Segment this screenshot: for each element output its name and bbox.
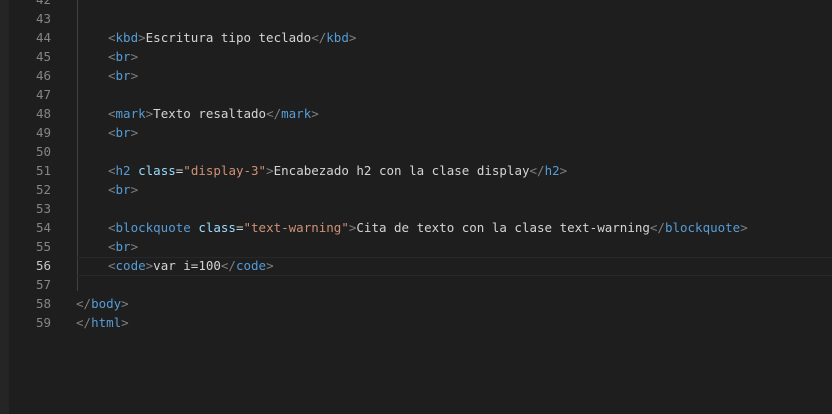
line-number: 52 bbox=[35, 182, 51, 197]
code-token-tag: kbd bbox=[326, 30, 349, 45]
code-token-txt: var i=100 bbox=[153, 258, 221, 273]
code-token-punct: > bbox=[130, 49, 139, 64]
code-line[interactable]: <code>var i=100</code> bbox=[108, 256, 274, 275]
line-number: 51 bbox=[35, 163, 51, 178]
code-token-tag: br bbox=[115, 49, 131, 64]
code-token-punct: < bbox=[108, 258, 116, 273]
code-token-punct: > bbox=[348, 30, 357, 45]
code-token-tag: br bbox=[115, 239, 131, 254]
code-token-punct: </ bbox=[649, 220, 665, 235]
code-token-punct: > bbox=[266, 258, 274, 273]
code-token-punct: > bbox=[130, 68, 139, 83]
code-token-punct: < bbox=[108, 163, 116, 178]
code-token-tag: mark bbox=[115, 106, 146, 121]
line-number: 56 bbox=[35, 258, 51, 273]
code-token-attr: class bbox=[138, 163, 176, 178]
code-token-punct: < bbox=[108, 106, 116, 121]
code-line[interactable]: <h2 class="display-3">Encabezado h2 con … bbox=[108, 161, 567, 180]
code-token-txt: Texto resaltado bbox=[153, 106, 267, 121]
code-token-punct: > bbox=[266, 163, 274, 178]
code-token-tag: kbd bbox=[115, 30, 139, 45]
code-token-punct: > bbox=[130, 125, 139, 140]
code-token-tag: body bbox=[91, 296, 122, 311]
code-token-punct: < bbox=[108, 239, 116, 254]
line-number: 57 bbox=[35, 277, 51, 292]
code-token-tag: blockquote bbox=[664, 220, 741, 235]
line-number: 58 bbox=[35, 296, 51, 311]
line-number: 43 bbox=[35, 11, 51, 26]
code-token-str: "text-warning" bbox=[243, 220, 349, 235]
code-token-punct: < bbox=[108, 30, 116, 45]
code-token-punct: > bbox=[559, 163, 568, 178]
code-token-tag: br bbox=[115, 182, 131, 197]
code-token-tag: blockquote bbox=[115, 220, 191, 235]
code-token-txt: Cita de texto con la clase text-warning bbox=[356, 220, 650, 235]
line-number: 50 bbox=[35, 144, 51, 159]
code-token-txt: Escritura tipo teclado bbox=[145, 30, 312, 45]
line-number: 54 bbox=[35, 220, 51, 235]
line-number: 46 bbox=[35, 68, 51, 83]
line-number-gutter[interactable]: 42 43 44 45 46 47 48 49 50 51 52 53 54 55 56 57 58 59 bbox=[9, 0, 61, 414]
code-token-punct: > bbox=[138, 30, 146, 45]
line-number: 45 bbox=[35, 49, 51, 64]
editor-side-strip bbox=[0, 0, 9, 414]
code-line[interactable]: <br> bbox=[108, 180, 138, 199]
code-token-punct: > bbox=[740, 220, 748, 235]
code-token-str: "display-3" bbox=[183, 163, 267, 178]
code-text-area[interactable]: <kbd>Escritura tipo teclado</kbd> <br> <br… bbox=[76, 0, 832, 414]
code-line[interactable]: <blockquote class="text-warning">Cita de… bbox=[108, 218, 748, 237]
code-line[interactable]: <kbd>Escritura tipo teclado</kbd> bbox=[108, 28, 356, 47]
code-token-punct: </ bbox=[76, 315, 92, 330]
code-token-punct: < bbox=[108, 68, 116, 83]
code-line[interactable]: </html> bbox=[76, 313, 129, 332]
code-line[interactable]: <br> bbox=[108, 47, 138, 66]
code-token-tag: mark bbox=[281, 106, 312, 121]
line-number: 55 bbox=[35, 239, 51, 254]
code-editor[interactable]: 424344454647484950515253545556575859 <kb… bbox=[0, 0, 832, 414]
code-token-tag: br bbox=[115, 125, 131, 140]
code-token-tag: code bbox=[235, 258, 267, 273]
code-token-attr: class bbox=[198, 220, 236, 235]
line-number: 44 bbox=[35, 30, 51, 45]
code-token-punct: </ bbox=[311, 30, 327, 45]
line-number: 48 bbox=[35, 106, 51, 121]
code-token-punct: < bbox=[108, 49, 116, 64]
line-number: 53 bbox=[35, 201, 51, 216]
code-token-punct: > bbox=[121, 296, 129, 311]
code-token-tag: code bbox=[115, 258, 146, 273]
code-token-punct: < bbox=[108, 182, 116, 197]
code-token-tag: br bbox=[115, 68, 131, 83]
code-token-tag: h2 bbox=[115, 163, 131, 178]
code-token-punct: </ bbox=[266, 106, 282, 121]
code-token-punct: > bbox=[311, 106, 319, 121]
code-token-tag: html bbox=[91, 315, 122, 330]
code-token-punct: < bbox=[108, 220, 116, 235]
line-number: 49 bbox=[35, 125, 51, 140]
code-token-txt: = bbox=[235, 220, 244, 235]
line-number: 42 bbox=[9, 0, 51, 9]
line-number: 47 bbox=[35, 87, 51, 102]
code-token-punct: > bbox=[121, 315, 129, 330]
code-token-punct: < bbox=[108, 125, 116, 140]
code-token-punct: </ bbox=[76, 296, 92, 311]
code-line[interactable]: <mark>Texto resaltado</mark> bbox=[108, 104, 319, 123]
code-line[interactable]: </body> bbox=[76, 294, 129, 313]
code-token-tag: h2 bbox=[544, 163, 560, 178]
line-number: 59 bbox=[35, 315, 51, 330]
code-token-punct: </ bbox=[529, 163, 545, 178]
code-token-punct: > bbox=[130, 239, 139, 254]
code-line[interactable]: <br> bbox=[108, 66, 138, 85]
code-token-punct: > bbox=[130, 182, 139, 197]
code-line[interactable]: <br> bbox=[108, 237, 138, 256]
code-token-txt: Encabezado h2 con la clase display bbox=[273, 163, 530, 178]
code-line[interactable]: <br> bbox=[108, 123, 138, 142]
code-token-punct: </ bbox=[220, 258, 236, 273]
